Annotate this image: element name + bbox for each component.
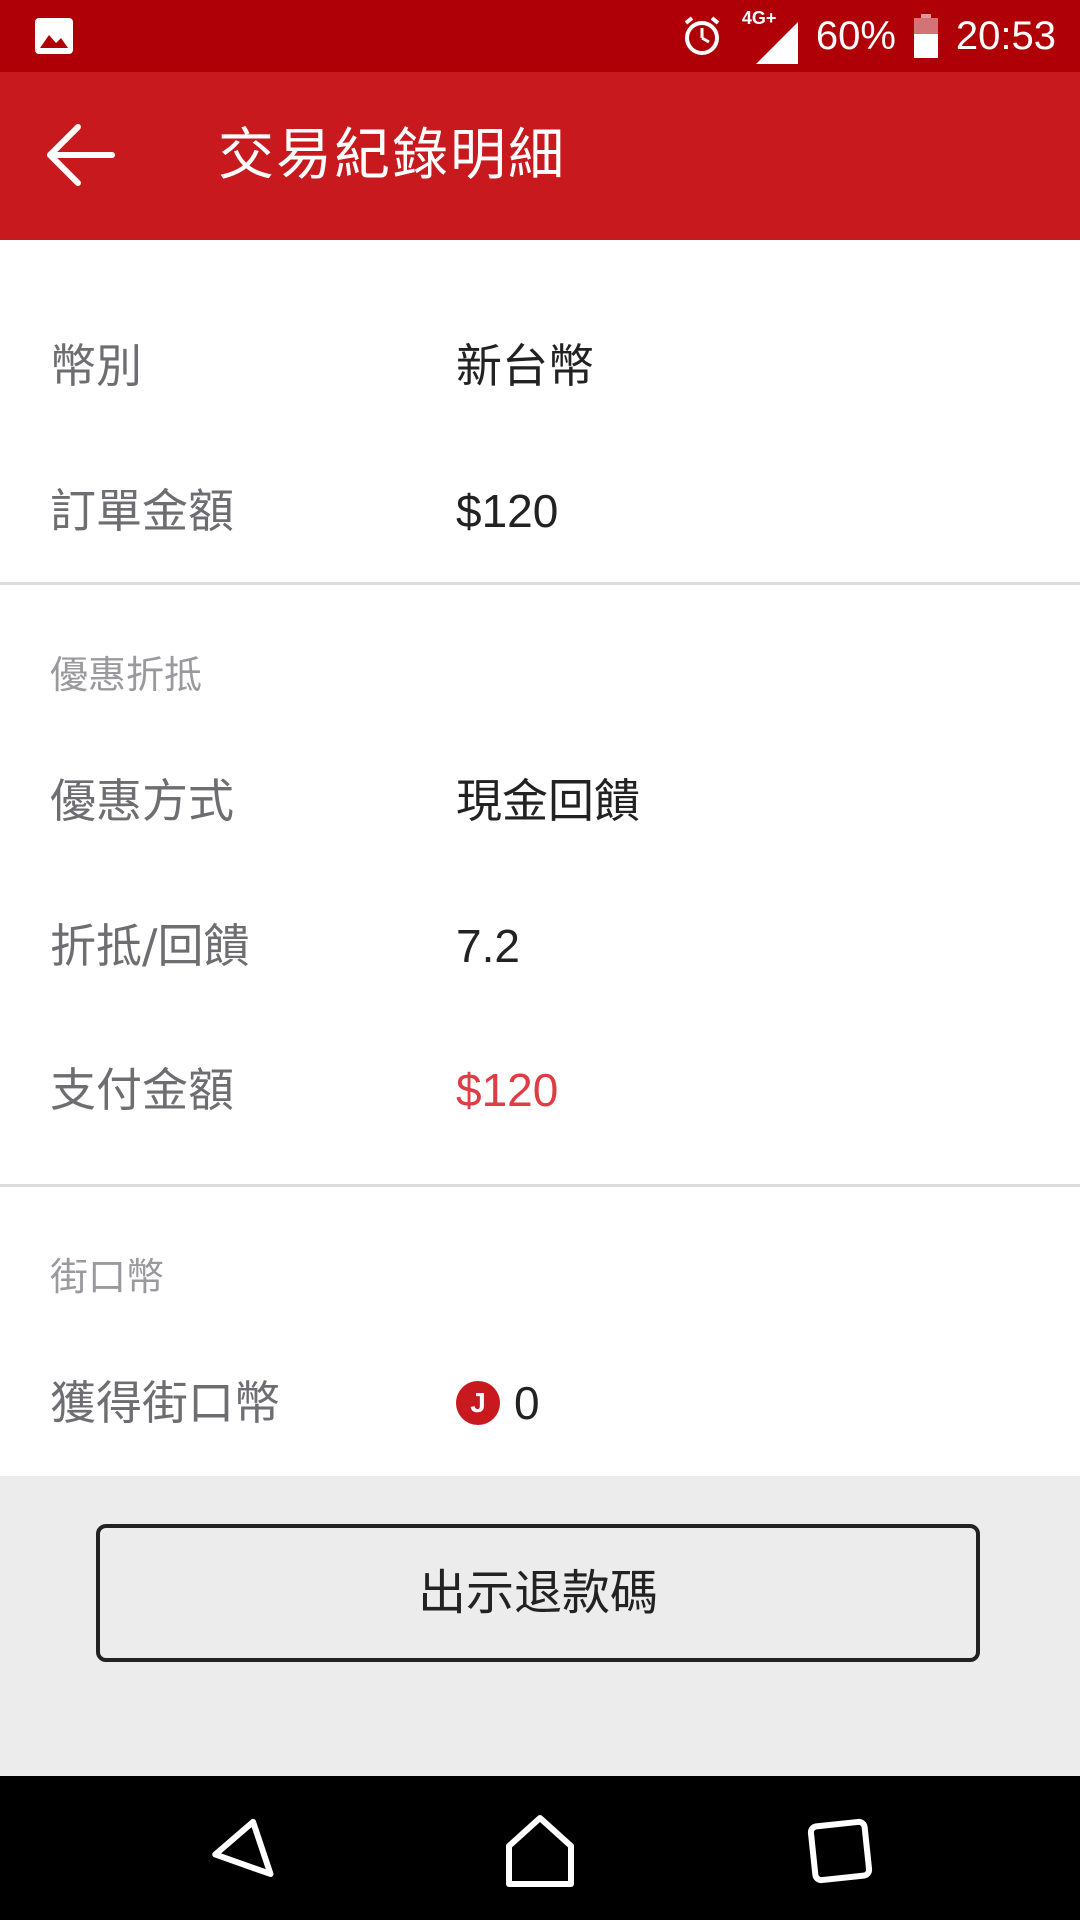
signal-icon: 4G+ — [742, 8, 798, 64]
currency-label: 幣別 — [50, 339, 142, 393]
paid-amount-row: 支付金額 $120 — [0, 1045, 1080, 1135]
scrolled-row-label-fragment: ▔▔▔▔ — [50, 240, 185, 245]
page-title: 交易紀錄明細 — [218, 123, 566, 188]
nav-recents-button[interactable] — [795, 1806, 885, 1896]
divider — [0, 582, 1080, 585]
rebate-value: 7.2 — [456, 920, 520, 972]
status-icons: 4G+ 60% 20:53 — [680, 0, 1056, 72]
app-bar: 交易紀錄明細 — [0, 72, 1080, 240]
back-button[interactable] — [44, 120, 120, 190]
scrolled-row: ▔▔▔▔ ▔▔▔▔ [▔▔▔▔] — [0, 240, 1080, 254]
status-bar: 4G+ 60% 20:53 — [0, 0, 1080, 72]
clock: 20:53 — [955, 13, 1056, 58]
discount-method-row: 優惠方式 現金回饋 — [0, 756, 1080, 846]
discount-method-label: 優惠方式 — [50, 774, 234, 828]
rebate-label: 折抵/回饋 — [50, 919, 250, 973]
order-amount-value: $120 — [456, 485, 559, 537]
discount-method-value: 現金回饋 — [456, 775, 640, 827]
currency-value: 新台幣 — [456, 340, 594, 392]
transaction-details: ▔▔▔▔ ▔▔▔▔ [▔▔▔▔] 幣別 新台幣 訂單金額 $120 優惠折抵 優… — [0, 240, 1080, 1476]
scrolled-row-value-fragment: ▔▔▔▔ [▔▔▔▔] — [456, 240, 775, 245]
divider — [0, 1184, 1080, 1187]
home-nav-icon — [506, 1815, 574, 1887]
show-refund-code-button[interactable]: 出示退款碼 — [96, 1524, 980, 1662]
order-amount-row: 訂單金額 $120 — [0, 466, 1080, 556]
earned-coins-row: 獲得街口幣 J 0 — [0, 1358, 1080, 1448]
battery-percent: 60% — [815, 13, 896, 58]
rebate-row: 折抵/回饋 7.2 — [0, 901, 1080, 991]
recents-nav-icon — [807, 1818, 873, 1884]
paid-amount-value: $120 — [456, 1064, 559, 1116]
system-nav-bar — [0, 1776, 1080, 1920]
back-nav-icon — [212, 1818, 274, 1877]
order-amount-label: 訂單金額 — [50, 484, 234, 538]
alarm-icon — [684, 16, 720, 55]
discount-section-title: 優惠折抵 — [50, 653, 203, 697]
earned-coins-value: 0 — [514, 1377, 540, 1429]
jkopay-coin-icon: J — [456, 1381, 500, 1425]
nav-back-button[interactable] — [195, 1806, 285, 1896]
earned-coins-label: 獲得街口幣 — [50, 1376, 280, 1430]
nav-home-button[interactable] — [495, 1806, 585, 1896]
image-icon — [35, 18, 73, 54]
battery-icon — [913, 14, 938, 58]
paid-amount-label: 支付金額 — [50, 1063, 234, 1117]
footer: 出示退款碼 — [0, 1476, 1080, 1776]
currency-row: 幣別 新台幣 — [0, 321, 1080, 411]
arrow-left-icon — [47, 124, 115, 186]
jkopay-coins-section-title: 街口幣 — [50, 1255, 165, 1299]
